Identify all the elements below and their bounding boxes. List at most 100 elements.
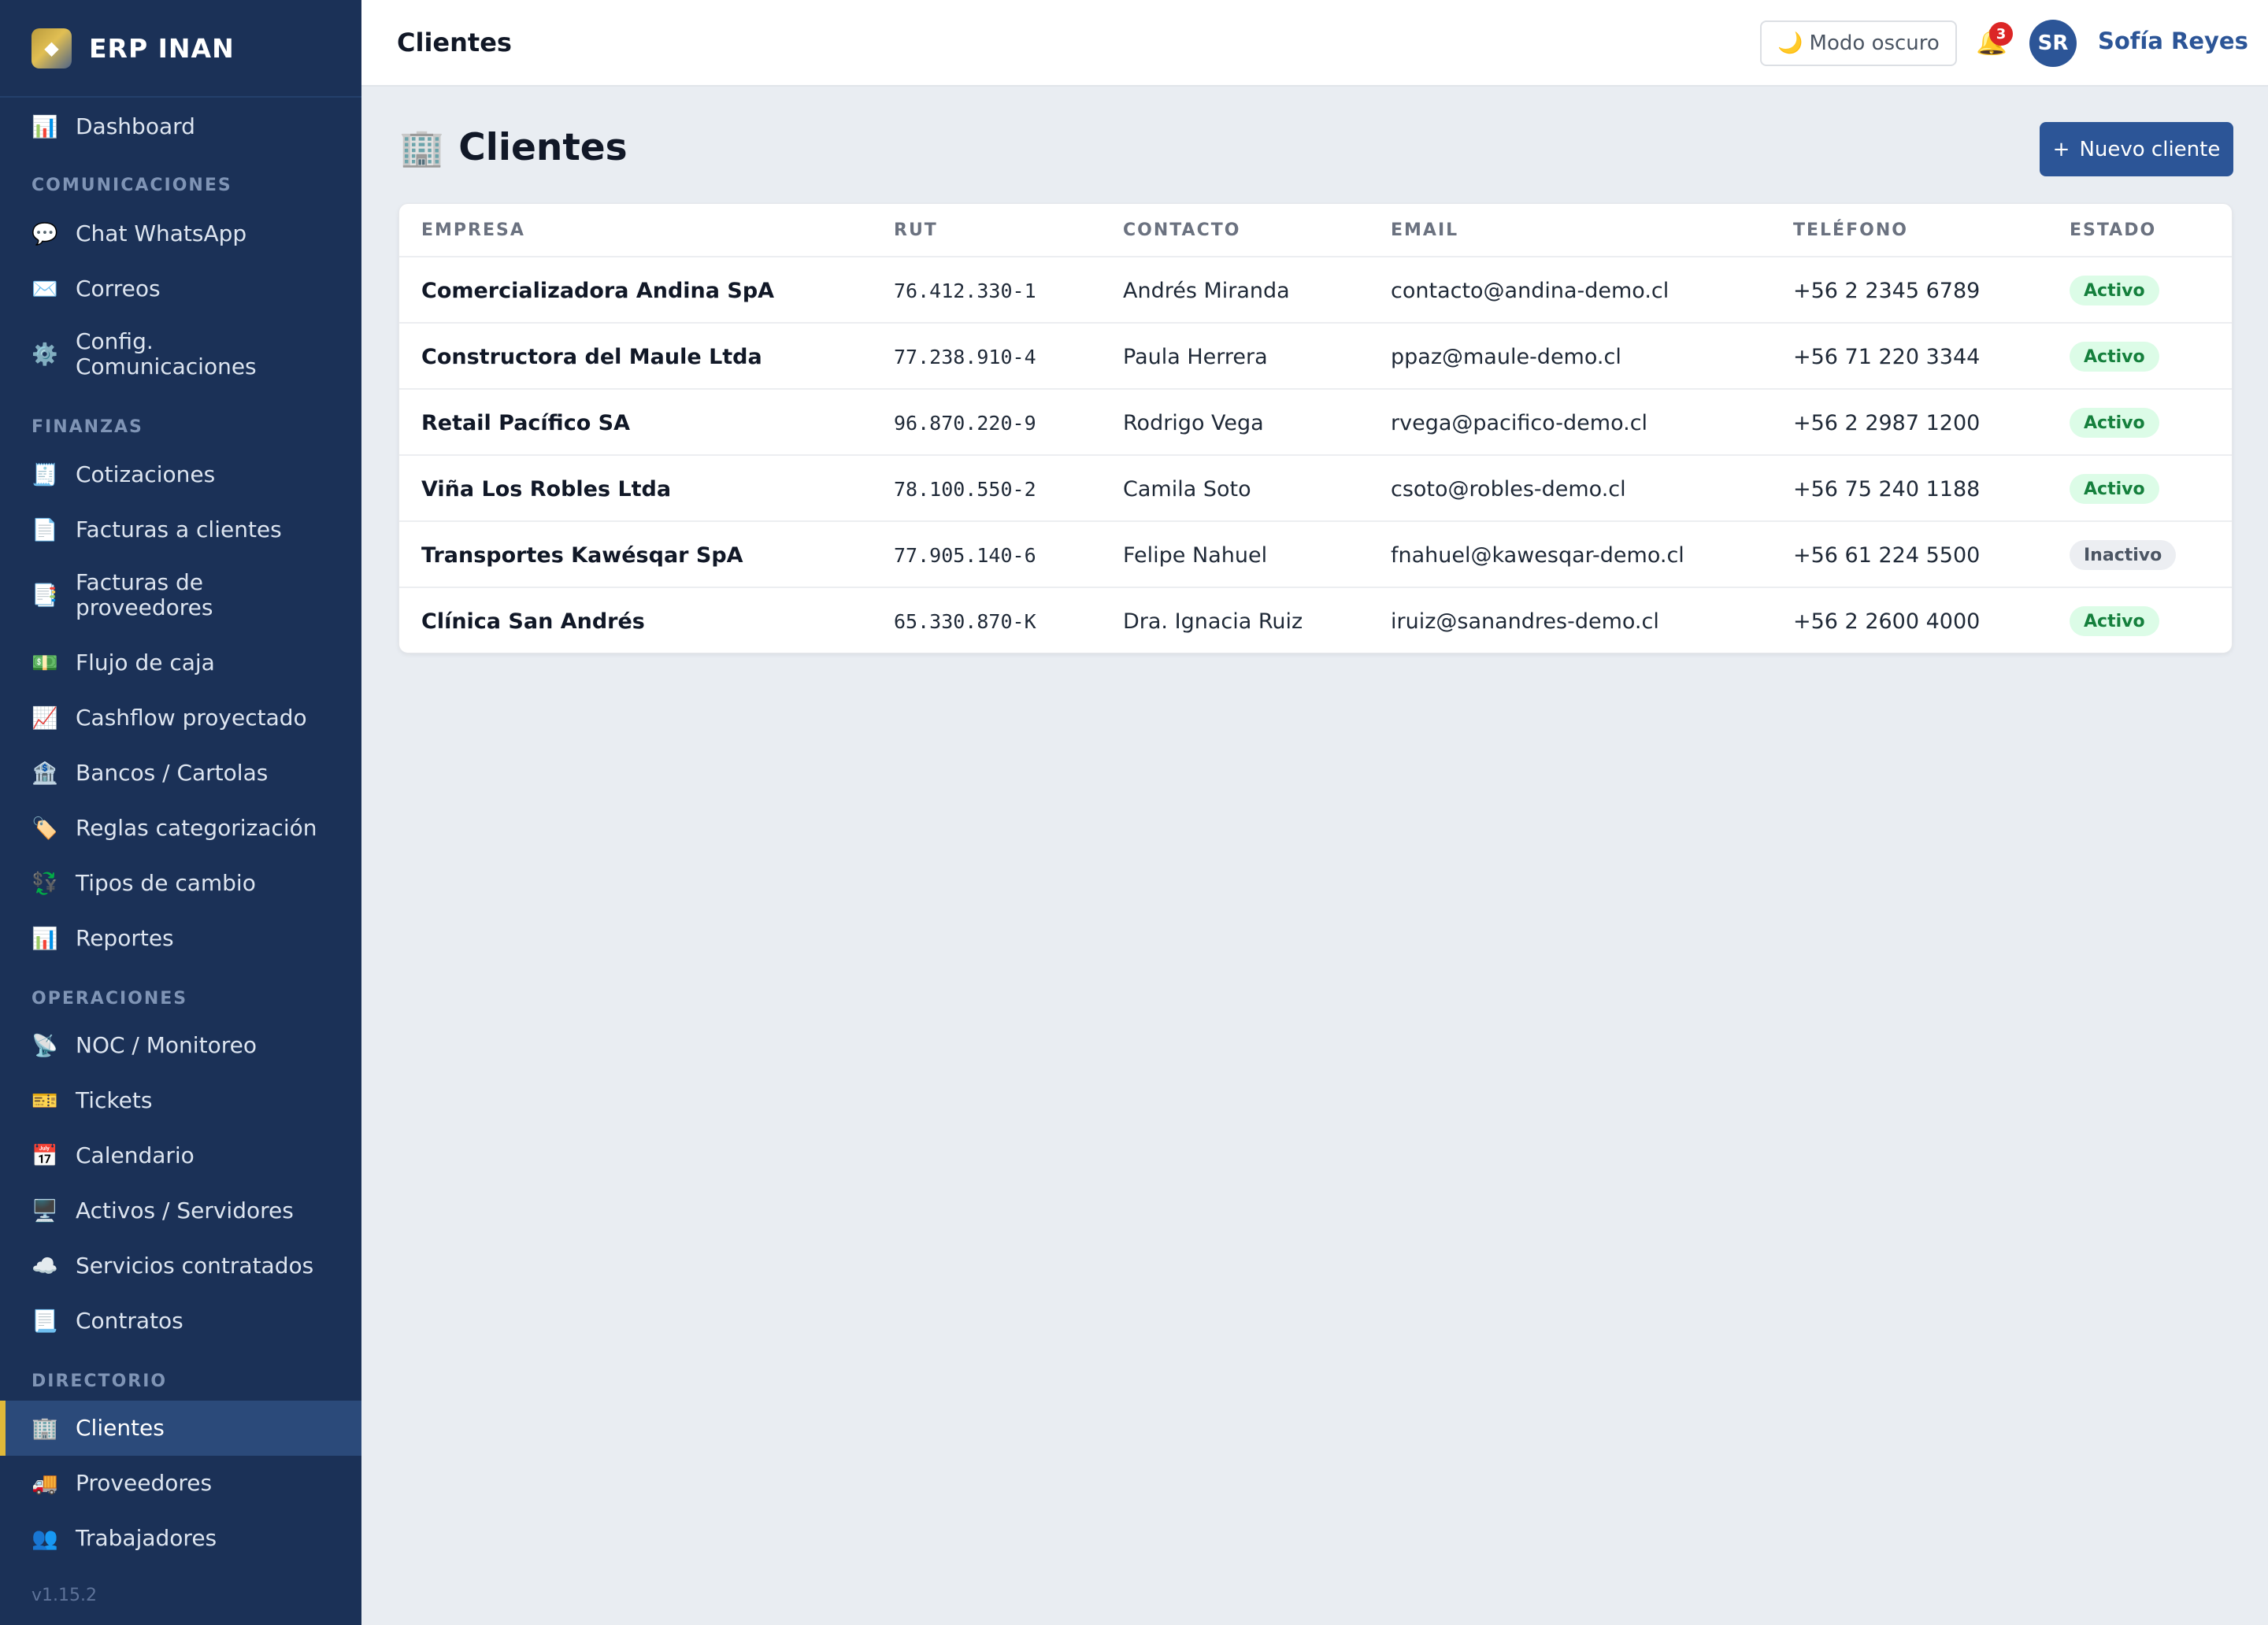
sidebar-item-trabajadores[interactable]: 👥 Trabajadores bbox=[0, 1511, 361, 1566]
sidebar-item-calendario[interactable]: 📅 Calendario bbox=[0, 1128, 361, 1183]
envelope-icon: ✉️ bbox=[32, 276, 58, 302]
topbar: Clientes 🌙 Modo oscuro 🔔 3 SR Sofía Reye… bbox=[361, 0, 2268, 87]
sidebar-item-proveedores[interactable]: 🚚 Proveedores bbox=[0, 1456, 361, 1511]
sidebar-item-facturas-proveedores[interactable]: 📑 Facturas de proveedores bbox=[0, 562, 361, 628]
sidebar-item-label: Activos / Servidores bbox=[76, 1197, 294, 1223]
sidebar-item-cotizaciones[interactable]: 🧾 Cotizaciones bbox=[0, 447, 361, 502]
sidebar-item-clientes[interactable]: 🏢 Clientes bbox=[0, 1401, 361, 1456]
table-row[interactable]: Viña Los Robles Ltda 78.100.550-2 Camila… bbox=[399, 454, 2232, 520]
dark-mode-button[interactable]: 🌙 Modo oscuro bbox=[1760, 20, 1957, 66]
cell-empresa: Constructora del Maule Ltda bbox=[421, 344, 762, 369]
column-header-estado[interactable]: ESTADO bbox=[2070, 204, 2156, 256]
trend-chart-icon: 📈 bbox=[32, 705, 58, 731]
sidebar-item-correos[interactable]: ✉️ Correos bbox=[0, 261, 361, 316]
cell-rut: 77.905.140-6 bbox=[894, 543, 1036, 567]
sidebar-item-label: Servicios contratados bbox=[76, 1253, 314, 1279]
clients-table: EMPRESA RUT CONTACTO EMAIL TELÉFONO ESTA… bbox=[398, 203, 2233, 653]
sidebar-item-label: Bancos / Cartolas bbox=[76, 760, 269, 786]
cell-telefono: +56 71 220 3344 bbox=[1793, 344, 1981, 369]
status-badge: Activo bbox=[2070, 606, 2159, 636]
sidebar-item-servicios-contratados[interactable]: ☁️ Servicios contratados bbox=[0, 1238, 361, 1294]
sidebar-item-label: Dashboard bbox=[76, 113, 195, 139]
cell-contacto: Felipe Nahuel bbox=[1123, 542, 1268, 568]
section-directorio: DIRECTORIO bbox=[32, 1371, 168, 1391]
sidebar-item-label: Trabajadores bbox=[76, 1525, 217, 1551]
sidebar-item-bancos-cartolas[interactable]: 🏦 Bancos / Cartolas bbox=[0, 746, 361, 801]
sidebar-item-label: Tickets bbox=[76, 1087, 153, 1113]
sidebar-item-cashflow-proyectado[interactable]: 📈 Cashflow proyectado bbox=[0, 690, 361, 746]
app-name: ERP INAN bbox=[89, 32, 235, 64]
section-comunicaciones: COMUNICACIONES bbox=[32, 176, 232, 195]
cell-empresa: Viña Los Robles Ltda bbox=[421, 476, 672, 502]
status-badge: Inactivo bbox=[2070, 540, 2177, 570]
invoice-icon: 📑 bbox=[32, 583, 58, 608]
sidebar-item-reportes[interactable]: 📊 Reportes bbox=[0, 911, 361, 966]
section-finanzas: FINANZAS bbox=[32, 417, 143, 437]
sidebar-item-label: Cashflow proyectado bbox=[76, 705, 307, 731]
cell-telefono: +56 75 240 1188 bbox=[1793, 476, 1981, 502]
cell-email: rvega@pacifico-demo.cl bbox=[1391, 410, 1648, 435]
column-header-telefono[interactable]: TELÉFONO bbox=[1793, 204, 1908, 256]
cell-empresa: Retail Pacífico SA bbox=[421, 410, 630, 435]
notification-badge: 3 bbox=[1989, 22, 2013, 46]
new-client-button[interactable]: + Nuevo cliente bbox=[2040, 122, 2233, 176]
cell-email: contacto@andina-demo.cl bbox=[1391, 278, 1670, 303]
chat-icon: 💬 bbox=[32, 221, 58, 246]
column-header-empresa[interactable]: EMPRESA bbox=[421, 204, 525, 256]
cell-contacto: Andrés Miranda bbox=[1123, 278, 1290, 303]
sidebar-item-facturas-clientes[interactable]: 📄 Facturas a clientes bbox=[0, 502, 361, 557]
table-row[interactable]: Retail Pacífico SA 96.870.220-9 Rodrigo … bbox=[399, 388, 2232, 454]
sidebar-item-chat-whatsapp[interactable]: 💬 Chat WhatsApp bbox=[0, 206, 361, 261]
sidebar-item-flujo-caja[interactable]: 💵 Flujo de caja bbox=[0, 635, 361, 690]
sidebar-item-label: NOC / Monitoreo bbox=[76, 1032, 257, 1058]
document-icon: 📄 bbox=[32, 517, 58, 542]
sidebar-item-label: Reportes bbox=[76, 925, 174, 951]
sidebar-item-tipos-cambio[interactable]: 💱 Tipos de cambio bbox=[0, 856, 361, 911]
sidebar: ◆ ERP INAN COMUNICACIONES FINANZAS OPERA… bbox=[0, 0, 361, 1625]
brand[interactable]: ◆ ERP INAN bbox=[0, 0, 361, 98]
column-header-email[interactable]: EMAIL bbox=[1391, 204, 1458, 256]
cell-contacto: Camila Soto bbox=[1123, 476, 1251, 502]
plus-icon: + bbox=[2052, 137, 2070, 161]
people-icon: 👥 bbox=[32, 1526, 58, 1551]
cell-rut: 78.100.550-2 bbox=[894, 477, 1036, 501]
moon-icon: 🌙 bbox=[1777, 31, 1803, 55]
office-building-icon: 🏢 bbox=[399, 126, 445, 168]
cell-contacto: Paula Herrera bbox=[1123, 344, 1268, 369]
cell-email: ppaz@maule-demo.cl bbox=[1391, 344, 1621, 369]
cell-empresa: Comercializadora Andina SpA bbox=[421, 278, 775, 303]
sidebar-item-activos-servidores[interactable]: 🖥️ Activos / Servidores bbox=[0, 1183, 361, 1238]
calendar-icon: 📅 bbox=[32, 1143, 58, 1168]
avatar[interactable]: SR bbox=[2029, 20, 2077, 67]
column-header-rut[interactable]: RUT bbox=[894, 204, 938, 256]
sidebar-item-label: Correos bbox=[76, 276, 161, 302]
bar-chart-icon: 📊 bbox=[32, 114, 58, 139]
cell-telefono: +56 2 2600 4000 bbox=[1793, 609, 1981, 634]
sidebar-item-dashboard[interactable]: 📊 Dashboard bbox=[0, 99, 361, 154]
status-badge: Activo bbox=[2070, 342, 2159, 372]
table-row[interactable]: Transportes Kawésqar SpA 77.905.140-6 Fe… bbox=[399, 520, 2232, 587]
satellite-icon: 📡 bbox=[32, 1033, 58, 1058]
table-row[interactable]: Comercializadora Andina SpA 76.412.330-1… bbox=[399, 256, 2232, 322]
sidebar-item-label: Facturas a clientes bbox=[76, 516, 282, 542]
sidebar-item-tickets[interactable]: 🎫 Tickets bbox=[0, 1073, 361, 1128]
truck-icon: 🚚 bbox=[32, 1471, 58, 1496]
sidebar-item-noc-monitoreo[interactable]: 📡 NOC / Monitoreo bbox=[0, 1018, 361, 1073]
sidebar-item-contratos[interactable]: 📃 Contratos bbox=[0, 1294, 361, 1349]
cell-rut: 76.412.330-1 bbox=[894, 279, 1036, 302]
section-operaciones: OPERACIONES bbox=[32, 989, 188, 1009]
status-badge: Activo bbox=[2070, 276, 2159, 305]
table-row[interactable]: Constructora del Maule Ltda 77.238.910-4… bbox=[399, 322, 2232, 388]
user-name[interactable]: Sofía Reyes bbox=[2098, 28, 2248, 54]
sidebar-item-config-comunicaciones[interactable]: ⚙️ Config. Comunicaciones bbox=[0, 321, 315, 387]
cell-rut: 96.870.220-9 bbox=[894, 411, 1036, 435]
cell-telefono: +56 2 2987 1200 bbox=[1793, 410, 1981, 435]
cell-contacto: Dra. Ignacia Ruiz bbox=[1123, 609, 1303, 634]
table-row[interactable]: Clínica San Andrés 65.330.870-K Dra. Ign… bbox=[399, 587, 2232, 653]
cloud-icon: ☁️ bbox=[32, 1253, 58, 1279]
cell-empresa: Transportes Kawésqar SpA bbox=[421, 542, 743, 568]
column-header-contacto[interactable]: CONTACTO bbox=[1123, 204, 1240, 256]
sidebar-item-label: Chat WhatsApp bbox=[76, 220, 247, 246]
sidebar-item-reglas-categorizacion[interactable]: 🏷️ Reglas categorización bbox=[0, 801, 361, 856]
cell-email: csoto@robles-demo.cl bbox=[1391, 476, 1626, 502]
